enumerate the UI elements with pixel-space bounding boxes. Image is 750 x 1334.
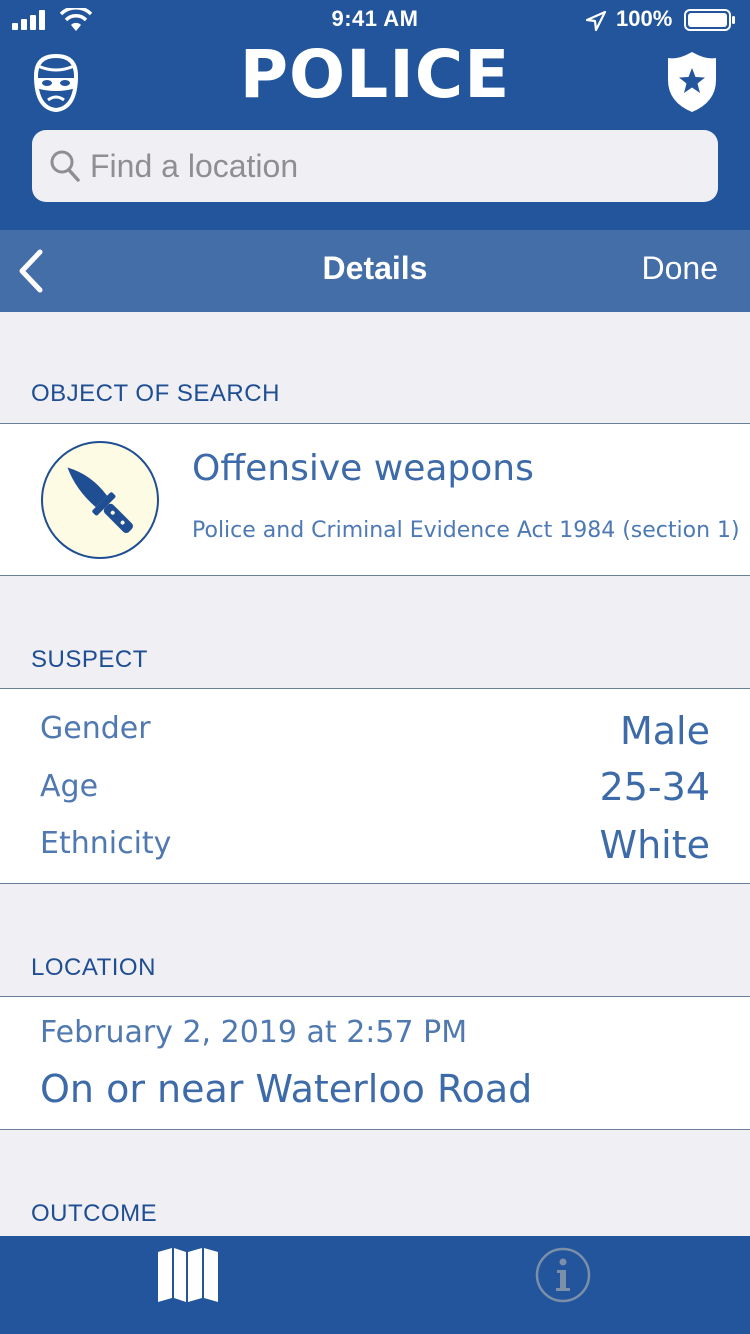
location-place: On or near Waterloo Road [40, 1067, 533, 1111]
app-title: POLICE [239, 36, 511, 113]
object-title: Offensive weapons [192, 448, 534, 489]
done-button[interactable]: Done [642, 250, 719, 287]
battery-percentage: 100% [616, 6, 673, 31]
app-header: 9:41 AM 100% POLICE [0, 0, 750, 230]
section-header-outcome: OUTCOME [31, 1200, 158, 1227]
ethnicity-value: White [599, 823, 711, 867]
legislation-text: Police and Criminal Evidence Act 1984 (s… [192, 518, 740, 543]
navigation-bar: Details Done [0, 230, 750, 312]
location-services-icon [585, 10, 607, 32]
ethnicity-label: Ethnicity [40, 826, 172, 861]
search-input[interactable] [90, 130, 700, 202]
tab-bar [0, 1236, 750, 1334]
gender-value: Male [619, 709, 710, 753]
object-of-search-card: Offensive weapons Police and Criminal Ev… [0, 423, 750, 576]
suspect-card: Gender Male Age 25-34 Ethnicity White [0, 688, 750, 884]
search-icon [50, 150, 80, 182]
age-value: 25-34 [599, 765, 710, 809]
search-bar[interactable] [32, 130, 718, 202]
location-datetime: February 2, 2019 at 2:57 PM [40, 1015, 468, 1050]
battery-icon [684, 9, 735, 31]
knife-icon [41, 441, 159, 559]
info-icon[interactable] [534, 1246, 592, 1304]
status-bar: 9:41 AM 100% [0, 0, 750, 40]
gender-label: Gender [40, 711, 151, 746]
map-icon[interactable] [156, 1246, 220, 1304]
section-header-suspect: SUSPECT [31, 646, 148, 673]
section-header-location: LOCATION [31, 954, 156, 981]
nav-title: Details [322, 250, 428, 286]
age-label: Age [40, 769, 99, 804]
section-header-object: OBJECT OF SEARCH [31, 380, 280, 407]
police-badge-icon[interactable] [664, 50, 720, 114]
location-card: February 2, 2019 at 2:57 PM On or near W… [0, 996, 750, 1130]
